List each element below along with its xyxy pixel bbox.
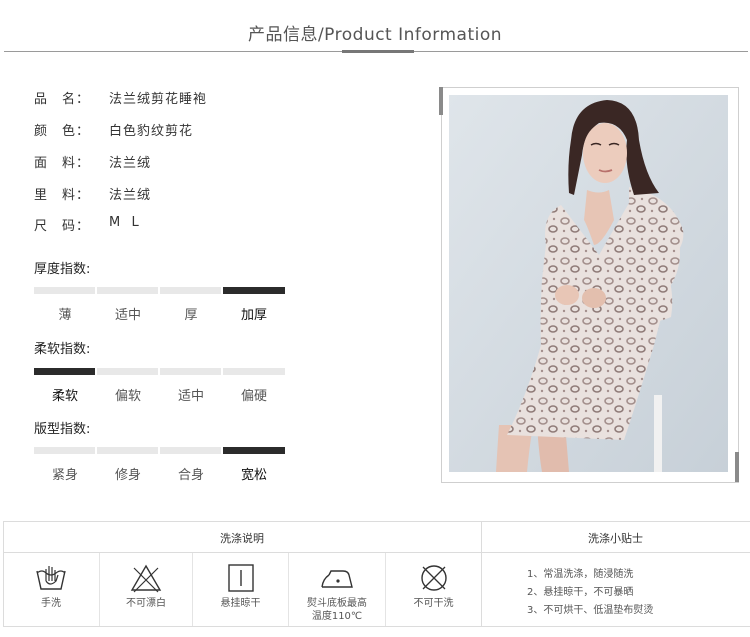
spec-label: 里 料： [34, 188, 91, 203]
spec-label: 品 名： [34, 92, 91, 107]
wash-instructions-heading: 洗涤说明 [220, 532, 264, 545]
care-label: 不可漂白 [126, 598, 166, 609]
scale-option: 偏硬 [240, 389, 267, 404]
care-label: 熨斗底板最高 [307, 598, 367, 609]
scale-segment [160, 368, 221, 375]
fit-index-scale: 紧身 修身 合身 宽松 [34, 447, 286, 487]
header-accent-bar [342, 50, 414, 53]
scale-option: 适中 [114, 308, 141, 323]
wash-tip-item: 3、不可烘干、低温垫布熨烫 [527, 605, 654, 616]
scale-option: 适中 [177, 389, 204, 404]
care-item-no-bleach: 不可漂白 [100, 553, 192, 626]
scale-segment-selected [34, 368, 95, 375]
spec-value: M L [109, 215, 140, 230]
scale-option-selected: 加厚 [240, 308, 267, 323]
care-item-hang-dry: 悬挂晾干 [193, 553, 288, 626]
iron-icon [321, 570, 353, 588]
softness-index-title: 柔软指数: [34, 342, 91, 357]
scale-segment-selected [223, 287, 285, 294]
spec-label: 尺 码： [34, 219, 91, 234]
spec-value: 法兰绒剪花睡袍 [109, 92, 208, 107]
scale-segment [97, 447, 158, 454]
scale-option: 紧身 [51, 468, 78, 483]
scale-segment [97, 287, 158, 294]
frame-corner-mark [439, 87, 443, 115]
hand-wash-icon [36, 566, 66, 590]
thickness-index-scale: 薄 适中 厚 加厚 [34, 287, 286, 327]
hang-dry-icon [227, 564, 254, 592]
scale-segment-selected [223, 447, 285, 454]
spec-label: 颜 色： [34, 124, 91, 139]
fit-index-title: 版型指数: [34, 422, 91, 437]
care-label: 手洗 [41, 598, 61, 609]
frame-corner-mark [735, 452, 739, 482]
care-label: 悬挂晾干 [220, 598, 261, 609]
care-item-no-dry-clean: 不可干洗 [386, 553, 481, 626]
scale-segment [34, 447, 95, 454]
softness-index-scale: 柔软 偏软 适中 偏硬 [34, 368, 286, 408]
wash-tip-item: 1、常温洗涤，随浸随洗 [527, 569, 634, 580]
scale-option: 修身 [114, 468, 141, 483]
wash-tips-heading: 洗涤小贴士 [588, 532, 643, 545]
scale-segment [160, 287, 221, 294]
section-title: 产品信息/Product Information [247, 25, 503, 45]
spec-value: 法兰绒 [109, 156, 152, 171]
scale-option-selected: 柔软 [51, 389, 78, 404]
model-in-robe-illustration [449, 95, 728, 472]
scale-option: 厚 [184, 308, 198, 323]
spec-value: 白色豹纹剪花 [109, 124, 194, 139]
scale-option: 偏软 [114, 389, 141, 404]
scale-option-selected: 宽松 [240, 468, 267, 483]
care-item-iron: 熨斗底板最高 温度110℃ [289, 553, 385, 626]
thickness-index-title: 厚度指数: [34, 262, 91, 277]
scale-segment [160, 447, 221, 454]
product-photo [449, 95, 728, 472]
care-label: 不可干洗 [413, 598, 454, 609]
spec-value: 法兰绒 [109, 188, 152, 203]
no-dry-clean-icon [420, 565, 447, 591]
scale-segment [97, 368, 158, 375]
spec-label: 面 料： [34, 156, 91, 171]
care-label-line2: 温度110℃ [311, 611, 363, 622]
scale-segment [223, 368, 285, 375]
no-bleach-icon [130, 564, 162, 593]
care-item-hand-wash: 手洗 [3, 553, 99, 626]
scale-segment [34, 287, 95, 294]
scale-option: 薄 [58, 308, 72, 323]
wash-tip-item: 2、悬挂晾干，不可暴晒 [527, 587, 634, 598]
scale-option: 合身 [177, 468, 204, 483]
